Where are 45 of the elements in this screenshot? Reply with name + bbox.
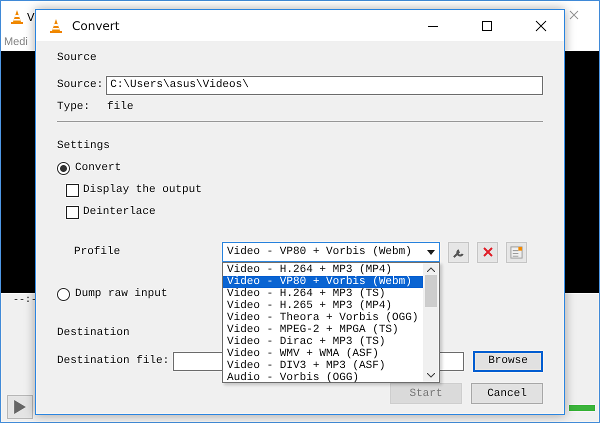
checkbox[interactable]: Display the output (66, 181, 543, 199)
play-icon (14, 400, 26, 414)
radio-button[interactable]: Convert (57, 159, 543, 177)
new-profile-button[interactable] (506, 242, 527, 262)
close-icon (482, 246, 494, 258)
field-label: Type: (57, 101, 90, 113)
traffic-cone-icon (48, 18, 64, 34)
browse-button[interactable]: Browse (472, 350, 543, 372)
list-item[interactable]: Video - VP80 + Vorbis (Webm) (223, 276, 423, 288)
field-label: Profile (74, 246, 122, 258)
list-item[interactable]: Video - MPEG-2 + MPGA (TS) (223, 324, 423, 336)
edit-profile-button[interactable] (448, 242, 469, 262)
section-heading: Destination (57, 326, 130, 341)
source-field[interactable]: C:\Users\asus\Videos\ (106, 76, 543, 94)
list-item[interactable]: Video - Theora + Vorbis (OGG) (223, 312, 423, 324)
list-item[interactable]: Video - H.264 + MP3 (TS) (223, 288, 423, 300)
window-title: V (27, 10, 35, 24)
scrollbar-thumb[interactable] (425, 275, 437, 307)
profile-dropdown[interactable]: Video - VP80 + Vorbis (Webm) (222, 242, 440, 262)
section-heading: Settings (57, 139, 110, 154)
close-icon[interactable] (535, 20, 547, 32)
type-value: file (107, 101, 134, 113)
scrollbar[interactable] (423, 263, 439, 382)
menu-item[interactable]: Medi (4, 36, 28, 48)
field-label: Destination file: (57, 355, 170, 367)
scroll-up-icon[interactable] (427, 267, 435, 272)
caret-icon (427, 250, 435, 254)
list-item[interactable]: Video - H.265 + MP3 (MP4) (223, 300, 423, 312)
checkbox[interactable]: Deinterlace (66, 203, 543, 221)
section-heading: Source (57, 51, 97, 66)
scroll-down-icon[interactable] (427, 373, 435, 378)
window-title: Convert (72, 18, 120, 32)
field-label: Source: (57, 79, 104, 91)
list-item[interactable]: Audio - Vorbis (OGG) (223, 372, 423, 384)
delete-profile-button[interactable] (477, 242, 498, 262)
list-item[interactable]: Video - H.264 + MP3 (MP4) (223, 264, 423, 276)
list-icon (510, 246, 523, 258)
list-item[interactable]: Video - Dirac + MP3 (TS) (223, 336, 423, 348)
play-button[interactable] (7, 395, 33, 419)
time-label: --:- (13, 295, 38, 306)
list-item[interactable]: Video - DIV3 + MP3 (ASF) (223, 360, 423, 372)
maximize-icon[interactable] (481, 20, 493, 32)
cancel-button[interactable]: Cancel (471, 383, 543, 404)
list-item[interactable]: Video - WMV + WMA (ASF) (223, 348, 423, 360)
traffic-cone-icon (9, 9, 25, 25)
